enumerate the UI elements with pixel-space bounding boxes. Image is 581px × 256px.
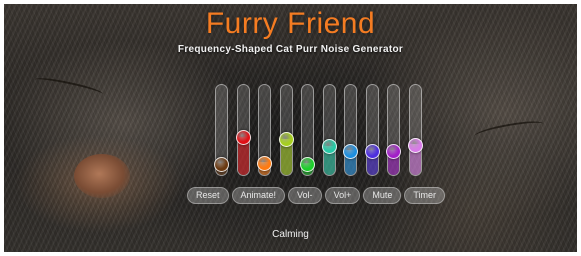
animate-button[interactable]: Animate! — [231, 187, 286, 204]
slider-knob-10[interactable] — [407, 137, 423, 153]
volume-up-button[interactable]: Vol+ — [324, 187, 361, 204]
slider-knob-8[interactable] — [364, 143, 380, 159]
timer-button[interactable]: Timer — [404, 187, 446, 204]
slider-knob-2[interactable] — [235, 130, 251, 146]
reset-button[interactable]: Reset — [187, 187, 229, 204]
slider-track-8[interactable] — [365, 84, 379, 176]
app-frame: Furry Friend Frequency-Shaped Cat Purr N… — [4, 4, 577, 252]
slider-knob-9[interactable] — [386, 143, 401, 159]
slider-knob-3[interactable] — [257, 155, 272, 171]
slider-knob-6[interactable] — [321, 139, 337, 155]
slider-track-9[interactable] — [387, 84, 400, 176]
slider-track-4[interactable] — [279, 84, 293, 176]
preset-status: Calming — [272, 229, 309, 240]
slider-knob-1[interactable] — [214, 156, 229, 172]
mute-button[interactable]: Mute — [363, 187, 402, 204]
slider-track-6[interactable] — [322, 84, 336, 176]
slider-knob-4[interactable] — [278, 132, 294, 148]
slider-track-10[interactable] — [408, 84, 422, 176]
volume-down-button[interactable]: Vol- — [288, 187, 322, 204]
slider-track-7[interactable] — [344, 84, 357, 176]
slider-knob-5[interactable] — [300, 156, 315, 172]
equalizer-sliders — [4, 4, 577, 252]
control-buttons: Reset Animate! Vol- Vol+ Mute Timer — [187, 187, 446, 204]
slider-knob-7[interactable] — [343, 143, 358, 159]
